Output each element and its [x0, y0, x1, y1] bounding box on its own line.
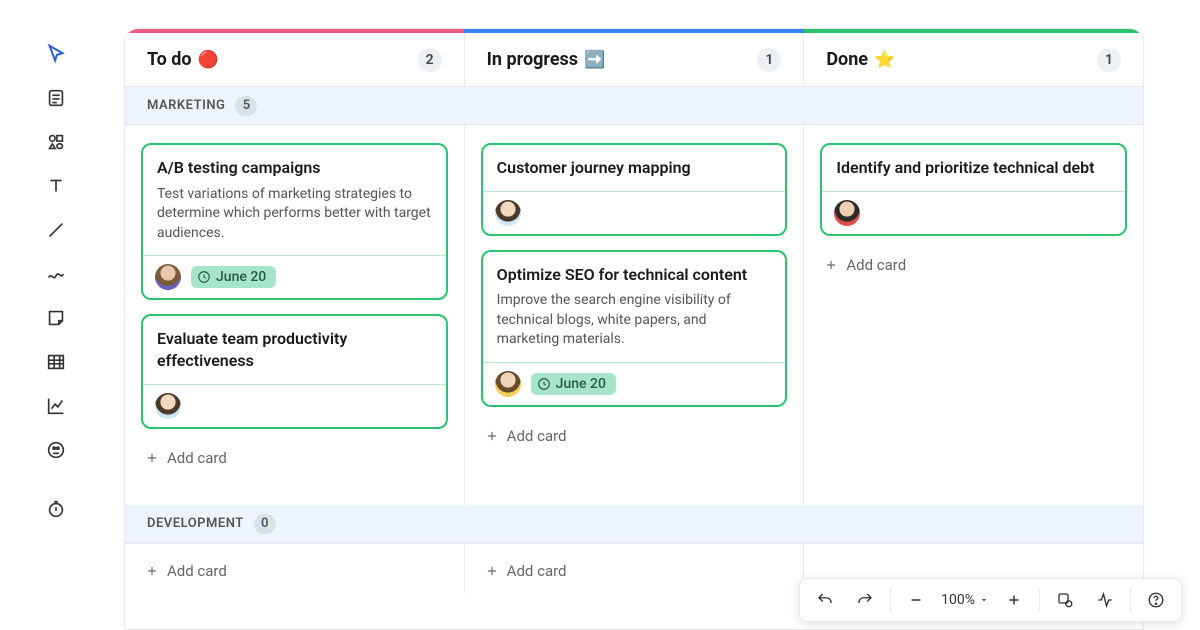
zoom-out-button[interactable] [897, 581, 935, 619]
activity-button[interactable] [1086, 581, 1124, 619]
cursor-tool[interactable] [36, 34, 76, 74]
text-tool[interactable] [36, 166, 76, 206]
column-count-badge: 1 [1097, 48, 1121, 72]
freehand-tool[interactable] [36, 254, 76, 294]
swimlane-count-badge: 5 [235, 96, 257, 116]
column-todo: Add card [125, 544, 465, 593]
avatar[interactable] [155, 393, 181, 419]
add-card-label: Add card [167, 562, 227, 580]
plus-icon [824, 258, 838, 272]
shapes-tool[interactable] [36, 122, 76, 162]
avatar[interactable] [155, 264, 181, 290]
avatar[interactable] [495, 371, 521, 397]
card[interactable]: Identify and prioritize technical debt [820, 143, 1127, 236]
plus-icon [145, 451, 159, 465]
tool-sidebar [32, 34, 80, 529]
card-title: Optimize SEO for technical content [497, 264, 772, 286]
swimlane-count-badge: 0 [254, 514, 276, 534]
plus-icon [485, 429, 499, 443]
zoom-level-text: 100% [941, 592, 975, 608]
column-header-todo[interactable]: To do 🔴 2 [125, 33, 465, 86]
column-inprogress: Add card [465, 544, 805, 593]
due-date-text: June 20 [556, 376, 606, 392]
plus-icon [145, 564, 159, 578]
avatar[interactable] [495, 200, 521, 226]
add-card-label: Add card [846, 256, 906, 274]
stamp-tool[interactable] [36, 430, 76, 470]
card-title: Identify and prioritize technical debt [836, 157, 1111, 179]
column-title: Done [826, 49, 868, 70]
kanban-board: To do 🔴 2 In progress ➡️ 1 Done ⭐ 1 MARK… [124, 28, 1144, 630]
settings-button[interactable] [1046, 581, 1084, 619]
swimlane-title: MARKETING [147, 98, 225, 113]
bottom-toolbar: 100% [799, 578, 1182, 622]
chart-tool[interactable] [36, 386, 76, 426]
help-button[interactable] [1137, 581, 1175, 619]
due-date-chip[interactable]: June 20 [531, 373, 616, 395]
card[interactable]: Evaluate team productivity effectiveness [141, 314, 448, 428]
add-card-label: Add card [507, 427, 567, 445]
chevron-down-icon [979, 595, 989, 605]
due-date-chip[interactable]: June 20 [191, 266, 276, 288]
add-card-button[interactable]: Add card [481, 421, 788, 451]
card-description: Improve the search engine visibility of … [497, 291, 772, 350]
column-header-done[interactable]: Done ⭐ 1 [804, 33, 1143, 86]
column-count-badge: 2 [418, 48, 442, 72]
star-icon: ⭐ [874, 50, 895, 70]
plus-icon [485, 564, 499, 578]
column-header-inprogress[interactable]: In progress ➡️ 1 [465, 33, 805, 86]
timer-tool[interactable] [36, 489, 76, 529]
arrow-right-icon: ➡️ [584, 50, 605, 70]
add-card-label: Add card [507, 562, 567, 580]
table-tool[interactable] [36, 342, 76, 382]
add-card-button[interactable]: Add card [141, 556, 448, 586]
add-card-button[interactable]: Add card [481, 556, 788, 586]
line-tool[interactable] [36, 210, 76, 250]
add-card-button[interactable]: Add card [820, 250, 1127, 280]
card-title: Customer journey mapping [497, 157, 772, 179]
column-title: In progress [487, 49, 578, 70]
red-circle-icon: 🔴 [198, 50, 219, 70]
sticky-tool[interactable] [36, 298, 76, 338]
clock-icon [197, 270, 211, 284]
add-card-label: Add card [167, 449, 227, 467]
zoom-level-dropdown[interactable]: 100% [937, 592, 993, 608]
column-headers: To do 🔴 2 In progress ➡️ 1 Done ⭐ 1 [125, 33, 1143, 87]
swimlane-title: DEVELOPMENT [147, 516, 244, 531]
swimlane-columns-marketing: A/B testing campaigns Test variations of… [125, 125, 1143, 505]
card[interactable]: Optimize SEO for technical content Impro… [481, 250, 788, 407]
swimlane-header-development[interactable]: DEVELOPMENT 0 [125, 505, 1143, 543]
card-description: Test variations of marketing strategies … [157, 185, 432, 244]
undo-button[interactable] [806, 581, 844, 619]
redo-button[interactable] [846, 581, 884, 619]
column-done: Identify and prioritize technical debt A… [804, 125, 1143, 505]
card[interactable]: A/B testing campaigns Test variations of… [141, 143, 448, 300]
notes-tool[interactable] [36, 78, 76, 118]
swimlane-header-marketing[interactable]: MARKETING 5 [125, 87, 1143, 125]
column-count-badge: 1 [757, 48, 781, 72]
avatar[interactable] [834, 200, 860, 226]
zoom-in-button[interactable] [995, 581, 1033, 619]
clock-icon [537, 377, 551, 391]
card[interactable]: Customer journey mapping [481, 143, 788, 236]
add-card-button[interactable]: Add card [141, 443, 448, 473]
column-title: To do [147, 49, 192, 70]
column-inprogress: Customer journey mapping Optimize SEO fo… [465, 125, 805, 505]
card-title: A/B testing campaigns [157, 157, 432, 179]
due-date-text: June 20 [216, 269, 266, 285]
column-todo: A/B testing campaigns Test variations of… [125, 125, 465, 505]
card-title: Evaluate team productivity effectiveness [157, 328, 432, 371]
